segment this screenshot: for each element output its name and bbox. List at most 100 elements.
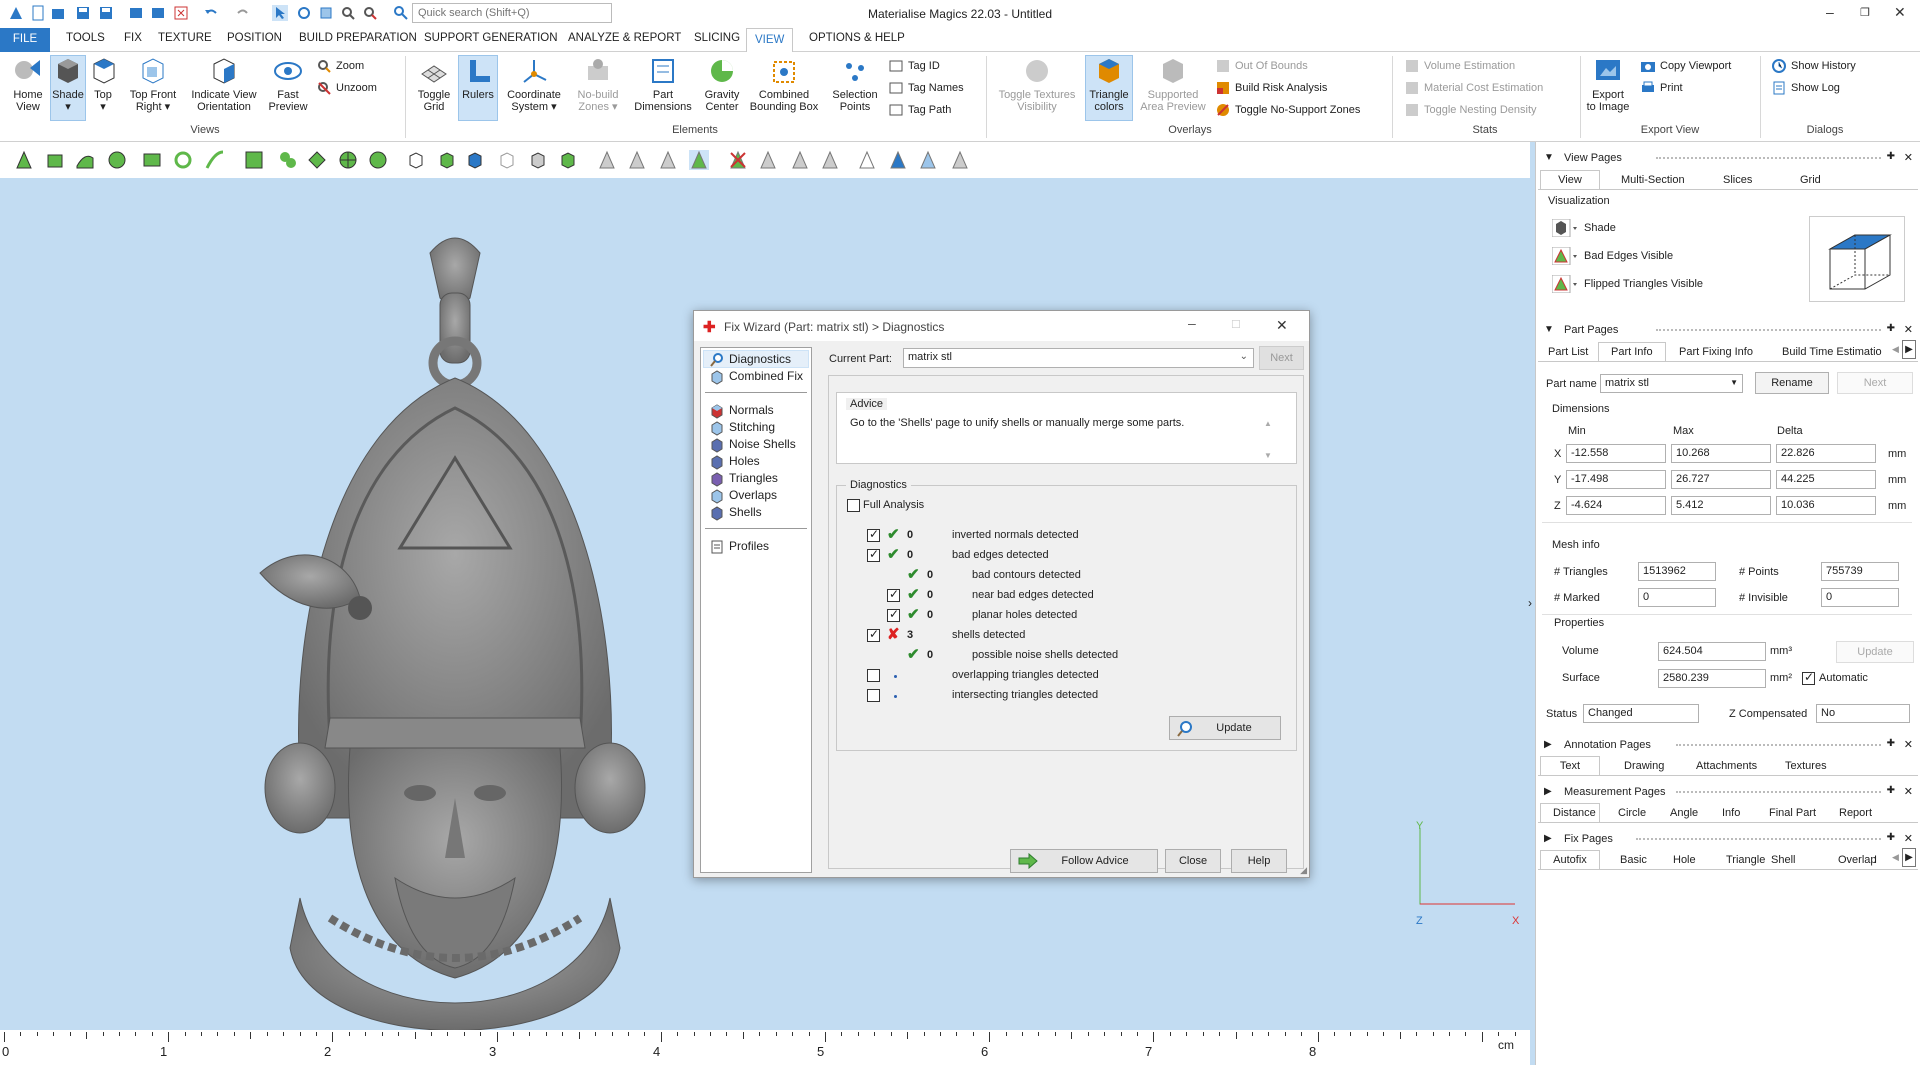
x-max-field[interactable]: 10.268: [1671, 444, 1771, 463]
mark-contour-icon[interactable]: [173, 150, 193, 170]
nav-diagnostics[interactable]: Diagnostics: [709, 352, 791, 368]
mark-multi-icon[interactable]: [278, 150, 298, 170]
automatic-checkbox[interactable]: [1802, 670, 1815, 685]
copy-viewport-button[interactable]: Copy Viewport: [1640, 58, 1731, 74]
z-delta-field[interactable]: 10.036: [1776, 496, 1876, 515]
close-icon[interactable]: ✕: [1904, 832, 1913, 845]
y-min-field[interactable]: -17.498: [1566, 470, 1666, 489]
restore-button[interactable]: ❐: [1860, 6, 1870, 19]
home-view-button[interactable]: Home View: [6, 56, 50, 113]
tab-scroll-right-icon[interactable]: ▶: [1902, 848, 1916, 867]
fix-pages-header[interactable]: ▶ Fix Pages ✚ ✕: [1536, 829, 1920, 849]
tab-angle[interactable]: Angle: [1670, 807, 1698, 819]
material-cost-estimation-button[interactable]: Material Cost Estimation: [1404, 80, 1543, 96]
follow-advice-button[interactable]: Follow Advice: [1010, 849, 1158, 873]
tab-part-list[interactable]: Part List: [1548, 346, 1588, 358]
tab-multi-section[interactable]: Multi-Section: [1621, 174, 1685, 186]
tab-slicing[interactable]: SLICING: [694, 32, 740, 44]
dialog-close-button[interactable]: ✕: [1276, 317, 1288, 334]
dialog-minimize-button[interactable]: –: [1188, 315, 1196, 331]
select-part-icon[interactable]: [406, 150, 426, 170]
build-risk-analysis-button[interactable]: Build Risk Analysis: [1215, 80, 1327, 96]
dialog-maximize-button[interactable]: ☐: [1231, 318, 1241, 331]
tab-build-preparation[interactable]: BUILD PREPARATION: [299, 32, 417, 44]
close-icon[interactable]: ✕: [1904, 785, 1913, 798]
tab-part-info[interactable]: Part Info: [1598, 342, 1666, 361]
combined-bounding-box-button[interactable]: Combined Bounding Box: [746, 56, 822, 113]
mark-wall-icon[interactable]: [857, 150, 877, 170]
mark-outside-icon[interactable]: [950, 150, 970, 170]
close-window-button[interactable]: ✕: [1894, 4, 1906, 21]
shrink-marking-icon[interactable]: [790, 150, 810, 170]
tab-overlap[interactable]: Overlap: [1838, 854, 1877, 866]
fast-preview-button[interactable]: Fast Preview: [265, 56, 311, 113]
tab-position[interactable]: POSITION: [227, 32, 282, 44]
tab-hole[interactable]: Hole: [1673, 854, 1696, 866]
top-view-button[interactable]: Top ▾: [88, 56, 118, 113]
minimize-button[interactable]: –: [1826, 4, 1834, 20]
unmark-triangle-icon[interactable]: [597, 150, 617, 170]
flipped-triangles-option[interactable]: Flipped Triangles Visible: [1551, 274, 1703, 294]
toggle-no-support-zones-button[interactable]: Toggle No-Support Zones: [1215, 102, 1360, 118]
pin-icon[interactable]: ✚: [1887, 785, 1895, 796]
tab-view[interactable]: VIEW: [746, 28, 794, 53]
tab-basic[interactable]: Basic: [1620, 854, 1647, 866]
shade-button[interactable]: Shade ▾: [50, 55, 86, 121]
mark-triangle-icon[interactable]: [14, 150, 34, 170]
close-icon[interactable]: ✕: [1904, 738, 1913, 751]
show-log-button[interactable]: Show Log: [1771, 80, 1840, 96]
pin-icon[interactable]: ✚: [1887, 323, 1895, 334]
toggle-nesting-density-button[interactable]: Toggle Nesting Density: [1404, 102, 1537, 118]
volume-estimation-button[interactable]: Volume Estimation: [1404, 58, 1515, 74]
nav-shells[interactable]: Shells: [709, 505, 762, 521]
tab-attachments[interactable]: Attachments: [1696, 760, 1757, 772]
points-field[interactable]: 755739: [1821, 562, 1899, 581]
tab-fix[interactable]: FIX: [124, 32, 142, 44]
x-delta-field[interactable]: 22.826: [1776, 444, 1876, 463]
tab-shell[interactable]: Shell: [1771, 854, 1795, 866]
view-cube[interactable]: [1809, 216, 1905, 302]
y-max-field[interactable]: 26.727: [1671, 470, 1771, 489]
tab-options-help[interactable]: OPTIONS & HELP: [809, 32, 905, 44]
tab-scroll-right-icon[interactable]: ▶: [1902, 340, 1916, 359]
nav-holes[interactable]: Holes: [709, 454, 760, 470]
part-dimensions-button[interactable]: Part Dimensions: [632, 56, 694, 113]
scroll-up-icon[interactable]: ▲: [1264, 419, 1272, 428]
tab-grid[interactable]: Grid: [1800, 174, 1821, 186]
surface-field[interactable]: 2580.239: [1658, 669, 1766, 688]
print-button[interactable]: Print: [1640, 80, 1683, 96]
mark-connected-icon[interactable]: [307, 150, 327, 170]
mark-box-icon[interactable]: [142, 150, 162, 170]
marked-field[interactable]: 0: [1638, 588, 1716, 607]
invisible-field[interactable]: 0: [1821, 588, 1899, 607]
tab-slices[interactable]: Slices: [1723, 174, 1752, 186]
nav-combined-fix[interactable]: Combined Fix: [709, 369, 803, 385]
bad-edges-checkbox[interactable]: [867, 547, 880, 562]
triangles-field[interactable]: 1513962: [1638, 562, 1716, 581]
nav-profiles[interactable]: Profiles: [709, 539, 769, 555]
expand-icon[interactable]: ▶: [1544, 786, 1552, 797]
overlapping-triangles-checkbox[interactable]: [867, 669, 880, 682]
mark-inside-icon[interactable]: [918, 150, 938, 170]
select-parts-icon[interactable]: [437, 150, 457, 170]
mark-curve-icon[interactable]: [205, 150, 225, 170]
unmark-all-icon[interactable]: [728, 150, 748, 170]
shade-option[interactable]: Shade: [1551, 218, 1616, 238]
mark-plane-icon[interactable]: [45, 150, 65, 170]
mark-shell-icon[interactable]: [107, 150, 127, 170]
expand-icon[interactable]: ▶: [1544, 739, 1552, 750]
part-name-select[interactable]: matrix stl ▼: [1600, 374, 1743, 393]
tab-build-time-estimation[interactable]: Build Time Estimatio: [1782, 346, 1887, 358]
show-history-button[interactable]: Show History: [1771, 58, 1856, 74]
gravity-center-button[interactable]: Gravity Center: [700, 56, 744, 113]
inverted-normals-checkbox[interactable]: [867, 527, 880, 542]
current-part-next-button[interactable]: Next: [1259, 346, 1304, 370]
supported-area-preview-button[interactable]: Supported Area Preview: [1138, 56, 1208, 113]
collapse-icon[interactable]: ▼: [1544, 324, 1554, 335]
tab-scroll-left-icon[interactable]: ◀: [1892, 344, 1899, 355]
x-min-field[interactable]: -12.558: [1566, 444, 1666, 463]
intersecting-triangles-checkbox[interactable]: [867, 689, 880, 702]
near-bad-edges-checkbox[interactable]: [887, 587, 900, 602]
tag-path-button[interactable]: Tag Path: [888, 102, 951, 118]
tab-final-part[interactable]: Final Part: [1769, 807, 1816, 819]
